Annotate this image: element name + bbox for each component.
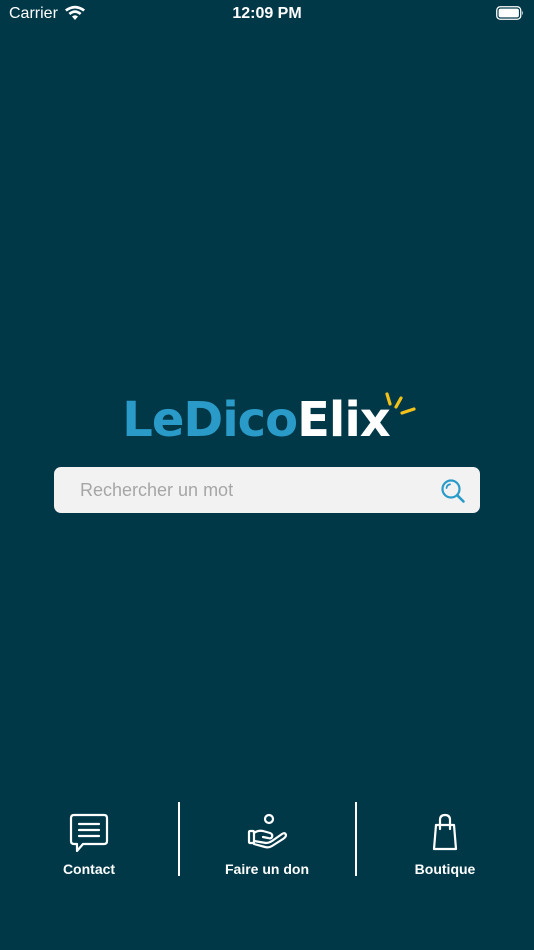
donate-hand-icon xyxy=(247,813,288,849)
chat-icon xyxy=(69,813,109,852)
shopping-bag-icon xyxy=(432,813,458,851)
search-bar xyxy=(54,467,480,513)
logo-wordmark: LeDicoElix xyxy=(122,380,416,460)
app-logo: LeDicoElix xyxy=(0,380,534,460)
shop-button[interactable]: Boutique xyxy=(356,800,534,880)
contact-label: Contact xyxy=(62,861,116,877)
donate-button[interactable]: Faire un don xyxy=(178,800,356,880)
clock: 12:09 PM xyxy=(232,5,302,22)
contact-button[interactable]: Contact xyxy=(0,800,178,880)
logo-part-le: Le xyxy=(122,392,184,448)
status-bar: Carrier 12:09 PM xyxy=(0,0,534,28)
logo-part-elix: Elix xyxy=(297,392,391,448)
search-icon[interactable] xyxy=(440,478,466,504)
app-screen: Carrier 12:09 PM LeDicoElix Rechercher u… xyxy=(0,0,534,950)
shop-label: Boutique xyxy=(414,861,476,877)
battery-icon xyxy=(496,6,524,20)
sun-rays-icon xyxy=(385,392,416,415)
search-input[interactable] xyxy=(80,467,420,513)
donate-label: Faire un don xyxy=(225,861,309,877)
bottom-nav: Contact Faire un don Boutique xyxy=(0,800,534,880)
logo-part-dico: Dico xyxy=(183,392,298,448)
